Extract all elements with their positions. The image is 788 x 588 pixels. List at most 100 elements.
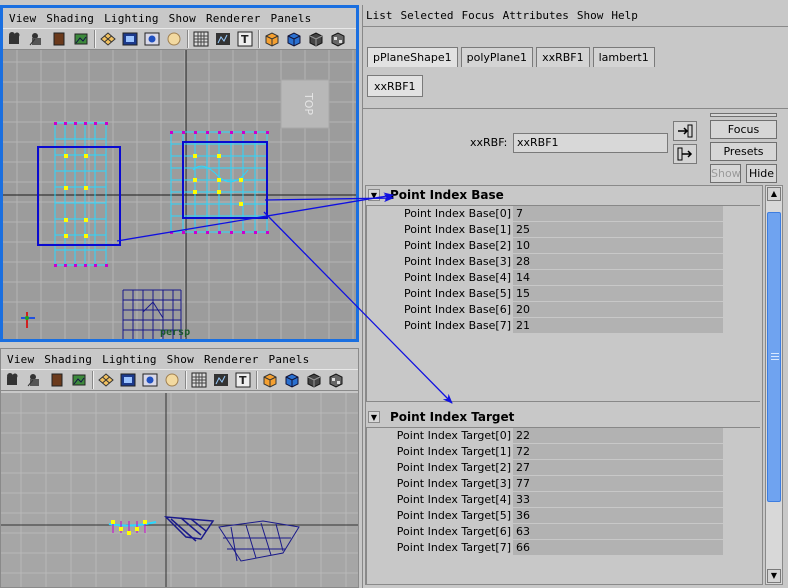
- camera-attributes-icon[interactable]: [26, 371, 44, 389]
- base-label-3: Point Index Base[3]: [404, 255, 511, 268]
- base-value-7[interactable]: 21: [513, 318, 723, 333]
- menu-show[interactable]: Show: [169, 12, 196, 25]
- section-header-base[interactable]: ▼ Point Index Base: [368, 186, 504, 204]
- wireframe-grid-icon[interactable]: [97, 371, 115, 389]
- left-plane-selected-vertices: [64, 154, 88, 238]
- target-value-5[interactable]: 36: [513, 508, 723, 523]
- smooth-shade-cube-icon[interactable]: [283, 371, 301, 389]
- output-connection-button[interactable]: [673, 144, 697, 164]
- top-viewport-canvas[interactable]: TOP persp: [3, 50, 356, 339]
- attribute-editor-panel: List Selected Focus Attributes Show Help…: [362, 5, 788, 588]
- menu-attributes[interactable]: Attributes: [503, 9, 569, 22]
- base-value-3[interactable]: 28: [513, 254, 723, 269]
- bookmark-icon[interactable]: [48, 371, 66, 389]
- flat-shade-cube-icon[interactable]: [307, 30, 325, 48]
- resolution-gate-icon[interactable]: [143, 30, 161, 48]
- input-connection-button[interactable]: [673, 121, 697, 141]
- base-label-2: Point Index Base[2]: [404, 239, 511, 252]
- menu-selected[interactable]: Selected: [401, 9, 454, 22]
- base-label-0: Point Index Base[0]: [404, 207, 511, 220]
- menu-panels[interactable]: Panels: [269, 353, 310, 366]
- flat-shade-cube-icon[interactable]: [305, 371, 323, 389]
- hide-button[interactable]: Hide: [746, 164, 777, 183]
- menu-focus[interactable]: Focus: [461, 9, 494, 22]
- sphere-shaded-icon[interactable]: [163, 371, 181, 389]
- sphere-shaded-icon[interactable]: [165, 30, 183, 48]
- tab-polyplane1[interactable]: polyPlane1: [460, 47, 534, 67]
- menu-lighting[interactable]: Lighting: [102, 353, 157, 366]
- persp-viewport-menu: View Shading Lighting Show Renderer Pane…: [1, 349, 358, 369]
- show-button[interactable]: Show: [710, 164, 741, 183]
- camera-attributes-icon[interactable]: [28, 30, 46, 48]
- subtab-xxrbf1[interactable]: xxRBF1: [367, 75, 423, 97]
- menu-help[interactable]: Help: [611, 9, 638, 22]
- target-value-1[interactable]: 72: [513, 444, 723, 459]
- focus-button[interactable]: Focus: [710, 120, 777, 139]
- attribute-scroll-area[interactable]: ▼ Point Index Base Point Index Base[0] 7 …: [365, 185, 763, 585]
- target-value-6[interactable]: 63: [513, 524, 723, 539]
- grid-toggle-icon[interactable]: [190, 371, 208, 389]
- scroll-down-icon[interactable]: ▼: [767, 569, 781, 583]
- menu-panels[interactable]: Panels: [271, 12, 312, 25]
- menu-lighting[interactable]: Lighting: [104, 12, 159, 25]
- wireframe-grid-icon[interactable]: [99, 30, 117, 48]
- collapse-arrow-icon[interactable]: ▼: [368, 411, 380, 423]
- select-camera-icon[interactable]: [6, 30, 24, 48]
- menu-view[interactable]: View: [9, 12, 36, 25]
- attribute-scrollbar[interactable]: ▲ ▼: [765, 185, 783, 585]
- scroll-up-icon[interactable]: ▲: [767, 187, 781, 201]
- base-value-2[interactable]: 10: [513, 238, 723, 253]
- base-value-0[interactable]: 7: [513, 206, 723, 221]
- safe-action-icon[interactable]: [212, 371, 230, 389]
- texture-cube-icon[interactable]: [329, 30, 347, 48]
- target-label-6: Point Index Target[6]: [396, 525, 511, 538]
- node-name-field[interactable]: xxRBF1: [513, 133, 668, 153]
- base-value-5[interactable]: 15: [513, 286, 723, 301]
- menu-list[interactable]: List: [366, 9, 393, 22]
- image-plane-icon[interactable]: [72, 30, 90, 48]
- menu-renderer[interactable]: Renderer: [206, 12, 261, 25]
- tab-lambert1[interactable]: lambert1: [592, 47, 655, 67]
- target-value-3[interactable]: 77: [513, 476, 723, 491]
- safe-action-icon[interactable]: [214, 30, 232, 48]
- texture-cube-icon[interactable]: [327, 371, 345, 389]
- smooth-shade-cube-icon[interactable]: [285, 30, 303, 48]
- menu-shading[interactable]: Shading: [46, 12, 94, 25]
- view-cube[interactable]: TOP: [280, 79, 330, 129]
- film-gate-icon[interactable]: [121, 30, 139, 48]
- menu-view[interactable]: View: [7, 353, 34, 366]
- safe-title-icon[interactable]: T: [236, 30, 254, 48]
- menu-renderer[interactable]: Renderer: [204, 353, 259, 366]
- target-value-4[interactable]: 33: [513, 492, 723, 507]
- top-viewport-menu: View Shading Lighting Show Renderer Pane…: [3, 8, 356, 28]
- target-value-7[interactable]: 66: [513, 540, 723, 555]
- select-camera-icon[interactable]: [4, 371, 22, 389]
- wireframe-cube-icon[interactable]: [261, 371, 279, 389]
- scrollbar-thumb[interactable]: [767, 212, 781, 502]
- base-value-1[interactable]: 25: [513, 222, 723, 237]
- tab-pplaneshape1[interactable]: pPlaneShape1: [367, 47, 458, 67]
- resolution-gate-icon[interactable]: [141, 371, 159, 389]
- presets-button[interactable]: Presets: [710, 142, 777, 161]
- film-gate-icon[interactable]: [119, 371, 137, 389]
- menu-show[interactable]: Show: [167, 353, 194, 366]
- base-value-6[interactable]: 20: [513, 302, 723, 317]
- top-viewport-panel[interactable]: View Shading Lighting Show Renderer Pane…: [0, 5, 359, 342]
- persp-viewport-panel[interactable]: View Shading Lighting Show Renderer Pane…: [0, 348, 359, 588]
- image-plane-icon[interactable]: [70, 371, 88, 389]
- target-value-0[interactable]: 22: [513, 428, 723, 443]
- bookmark-icon[interactable]: [50, 30, 68, 48]
- safe-title-icon[interactable]: T: [234, 371, 252, 389]
- tab-xxrbf1[interactable]: xxRBF1: [536, 47, 590, 67]
- collapse-arrow-icon[interactable]: ▼: [368, 189, 380, 201]
- base-value-4[interactable]: 14: [513, 270, 723, 285]
- target-value-2[interactable]: 27: [513, 460, 723, 475]
- wireframe-cube-icon[interactable]: [263, 30, 281, 48]
- menu-show[interactable]: Show: [577, 9, 604, 22]
- grid-toggle-icon[interactable]: [192, 30, 210, 48]
- base-row-4: Point Index Base[4] 14: [376, 270, 723, 285]
- arrow-out-icon: [677, 147, 693, 161]
- section-header-target[interactable]: ▼ Point Index Target: [368, 408, 514, 426]
- menu-shading[interactable]: Shading: [44, 353, 92, 366]
- persp-viewport-canvas[interactable]: [1, 393, 358, 587]
